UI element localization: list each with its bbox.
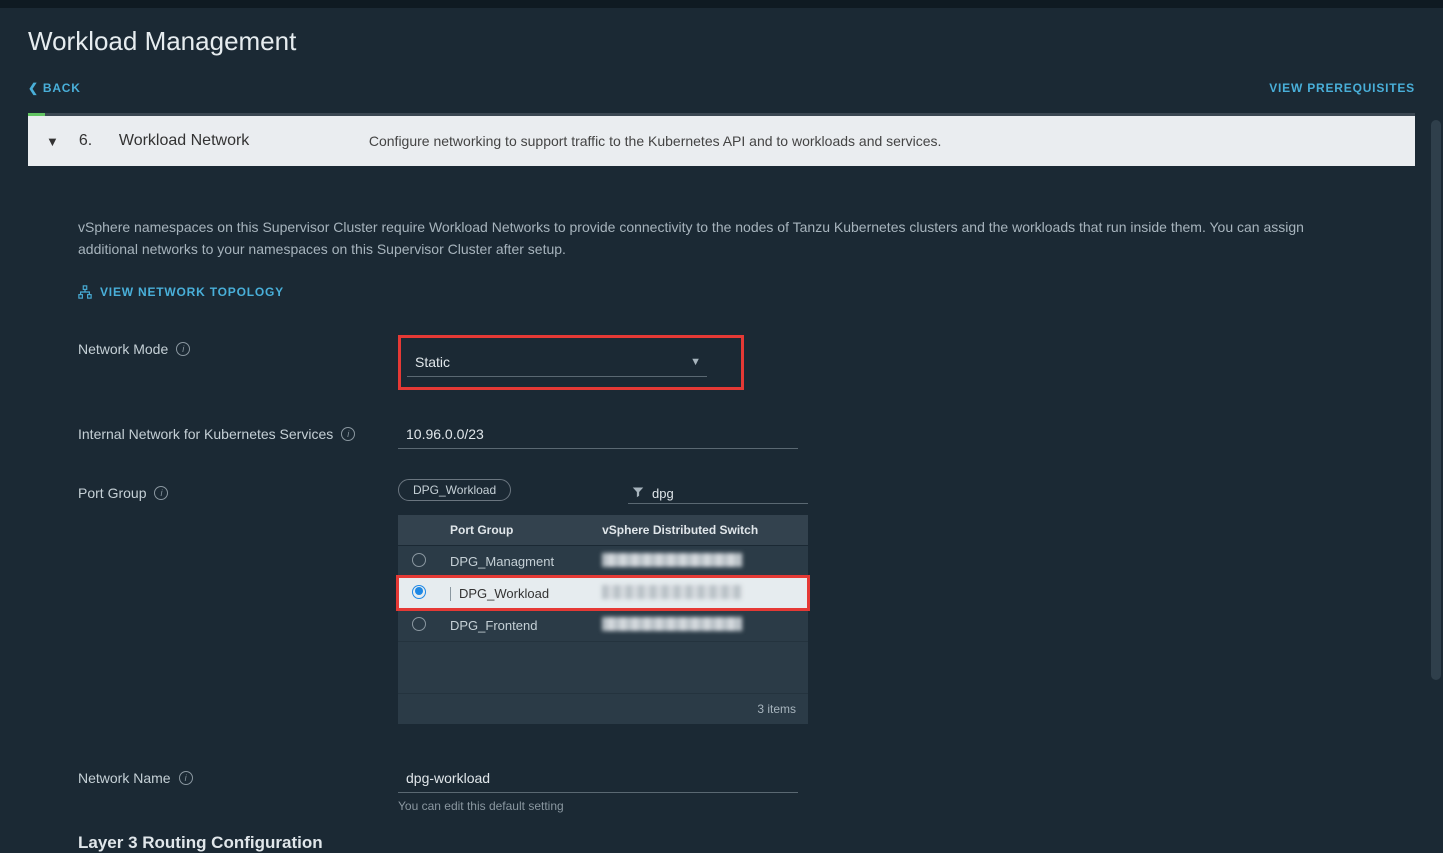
port-group-name: DPG_Frontend	[440, 609, 592, 641]
back-label: BACK	[43, 81, 81, 95]
page: Workload Management ❮ BACK VIEW PREREQUI…	[0, 8, 1443, 853]
network-mode-label-wrap: Network Mode i	[78, 335, 398, 357]
redacted-value	[602, 617, 742, 631]
port-group-selected-chip[interactable]: DPG_Workload	[398, 479, 511, 501]
port-group-filter-row: DPG_Workload	[398, 479, 808, 509]
table-header-switch: vSphere Distributed Switch	[592, 515, 808, 546]
network-name-helper: You can edit this default setting	[398, 799, 808, 813]
chevron-left-icon: ❮	[28, 81, 39, 95]
table-row[interactable]: DPG_Frontend	[398, 609, 808, 641]
progress-bar	[28, 113, 1415, 116]
table-header-port-group: Port Group	[440, 515, 592, 546]
table-header-radio	[398, 515, 440, 546]
table-spacer	[398, 641, 808, 693]
radio-button[interactable]	[412, 585, 426, 599]
step-content: vSphere namespaces on this Supervisor Cl…	[28, 166, 1415, 853]
chevron-down-icon[interactable]: ▼	[46, 134, 59, 149]
network-name-input-col: You can edit this default setting	[398, 764, 808, 813]
header-row: ❮ BACK VIEW PREREQUISITES	[28, 81, 1415, 95]
layer3-section-title: Layer 3 Routing Configuration	[78, 833, 1365, 853]
step-title: Workload Network	[119, 132, 329, 150]
info-icon[interactable]: i	[341, 427, 355, 441]
top-strip	[0, 0, 1443, 8]
port-group-row: Port Group i DPG_Workload	[78, 479, 1365, 725]
radio-button[interactable]	[412, 553, 426, 567]
network-mode-select[interactable]: Static ▼	[407, 348, 707, 377]
table-footer: 3 items	[398, 693, 808, 724]
row-separator	[450, 587, 451, 601]
port-group-col: DPG_Workload Port Group vSphere Distri	[398, 479, 808, 725]
network-mode-input-col: Static ▼	[398, 335, 808, 390]
network-mode-value: Static	[415, 354, 450, 370]
internal-network-input[interactable]	[398, 420, 798, 449]
table-row[interactable]: DPG_Workload	[398, 577, 808, 609]
network-mode-highlight: Static ▼	[398, 335, 744, 390]
chevron-down-icon: ▼	[690, 356, 701, 368]
filter-icon[interactable]	[632, 486, 644, 501]
internal-network-label-wrap: Internal Network for Kubernetes Services…	[78, 420, 398, 442]
view-network-topology-label: VIEW NETWORK TOPOLOGY	[100, 285, 284, 299]
info-icon[interactable]: i	[154, 486, 168, 500]
internal-network-input-col	[398, 420, 808, 449]
back-button[interactable]: ❮ BACK	[28, 81, 81, 95]
progress-fill	[28, 113, 45, 116]
view-prerequisites-link[interactable]: VIEW PREREQUISITES	[1269, 81, 1415, 95]
table-row[interactable]: DPG_Managment	[398, 545, 808, 577]
step-number: 6.	[79, 132, 99, 150]
port-group-table: Port Group vSphere Distributed Switch DP…	[398, 515, 808, 694]
radio-button[interactable]	[412, 617, 426, 631]
internal-network-row: Internal Network for Kubernetes Services…	[78, 420, 1365, 449]
body-description: vSphere namespaces on this Supervisor Cl…	[78, 216, 1365, 261]
network-name-label: Network Name	[78, 770, 171, 786]
network-name-input[interactable]	[398, 764, 798, 793]
network-mode-label: Network Mode	[78, 341, 168, 357]
view-network-topology-link[interactable]: VIEW NETWORK TOPOLOGY	[78, 285, 284, 299]
info-icon[interactable]: i	[176, 342, 190, 356]
info-icon[interactable]: i	[179, 771, 193, 785]
port-group-label-wrap: Port Group i	[78, 479, 398, 501]
network-name-label-wrap: Network Name i	[78, 764, 398, 786]
step-description: Configure networking to support traffic …	[369, 133, 942, 149]
port-group-filter-input[interactable]	[652, 486, 792, 501]
internal-network-label: Internal Network for Kubernetes Services	[78, 426, 333, 442]
port-group-label: Port Group	[78, 485, 146, 501]
network-name-row: Network Name i You can edit this default…	[78, 764, 1365, 813]
port-group-filter-wrap	[628, 484, 808, 504]
port-group-name: DPG_Workload	[459, 586, 549, 601]
port-group-name: DPG_Managment	[440, 545, 592, 577]
step-header[interactable]: ▼ 6. Workload Network Configure networki…	[28, 116, 1415, 166]
page-title: Workload Management	[28, 8, 1415, 81]
scrollbar[interactable]	[1431, 120, 1441, 680]
redacted-value	[602, 553, 742, 567]
topology-icon	[78, 285, 92, 299]
redacted-value	[602, 585, 742, 599]
network-mode-row: Network Mode i Static ▼	[78, 335, 1365, 390]
